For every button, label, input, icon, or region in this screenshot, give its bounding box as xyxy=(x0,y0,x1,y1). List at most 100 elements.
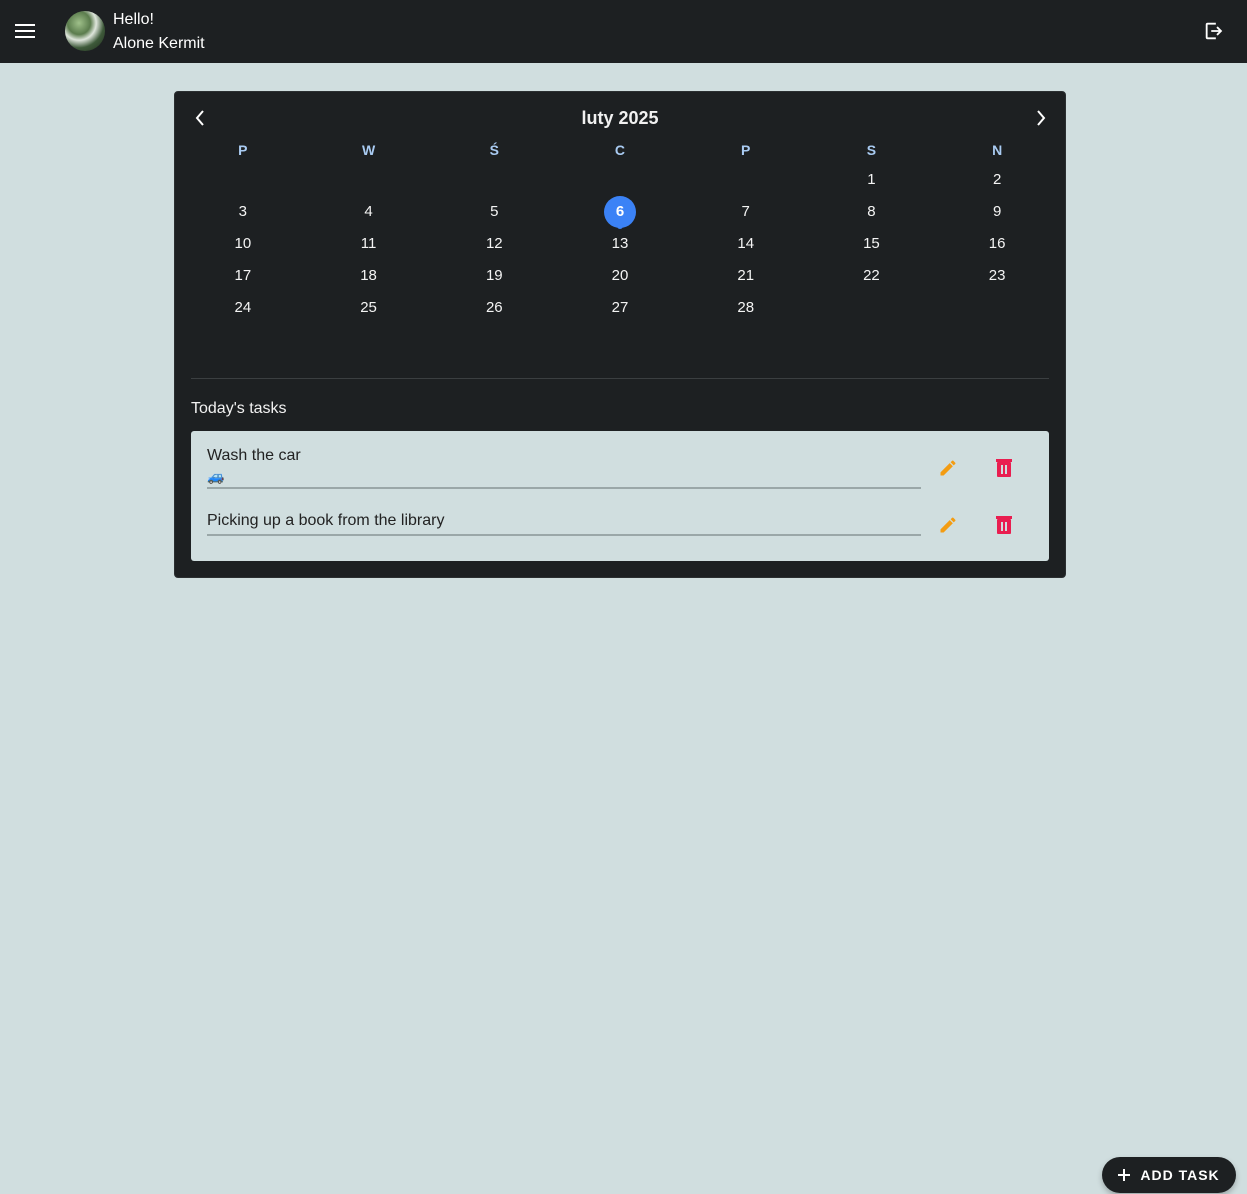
weekday-label: N xyxy=(992,142,1003,158)
day-cell[interactable]: 11 xyxy=(306,228,432,260)
day-number: 19 xyxy=(485,267,503,284)
day-blank xyxy=(431,164,557,196)
weekday-row: PWŚCPSN xyxy=(180,138,1060,162)
day-number: 14 xyxy=(737,235,755,252)
trash-icon xyxy=(996,459,1012,477)
day-number: 12 xyxy=(485,235,503,252)
day-number: 26 xyxy=(485,299,503,316)
day-blank xyxy=(180,164,306,196)
weekday-label: P xyxy=(741,142,751,158)
day-number: 15 xyxy=(863,235,880,252)
day-number: 23 xyxy=(988,267,1006,284)
day-number: 13 xyxy=(611,235,629,252)
plus-icon xyxy=(1118,1169,1131,1181)
day-number: 9 xyxy=(992,203,1002,220)
day-cell[interactable]: 7 xyxy=(683,196,809,228)
day-cell[interactable]: 16 xyxy=(934,228,1060,260)
day-cell[interactable]: 3 xyxy=(180,196,306,228)
month-label: luty 2025 xyxy=(581,108,659,128)
day-cell[interactable]: 23 xyxy=(934,260,1060,292)
day-cell[interactable]: 8 xyxy=(809,196,935,228)
day-number: 10 xyxy=(234,235,252,252)
day-cell[interactable]: 13 xyxy=(557,228,683,260)
day-number: 25 xyxy=(360,299,377,316)
day-blank xyxy=(683,164,809,196)
user-greeting: Hello! Alone Kermit xyxy=(113,8,205,56)
day-number: 17 xyxy=(234,267,252,284)
day-number: 21 xyxy=(737,267,755,284)
day-number: 7 xyxy=(741,203,750,220)
day-blank xyxy=(306,164,432,196)
day-cell[interactable]: 15 xyxy=(809,228,935,260)
pencil-icon xyxy=(940,460,956,476)
day-number: 8 xyxy=(867,203,876,220)
edit-task-button[interactable] xyxy=(934,454,962,482)
weekday-label: P xyxy=(238,142,248,158)
day-cell[interactable]: 2 xyxy=(934,164,1060,196)
chevron-right-icon xyxy=(1037,110,1046,126)
day-cell[interactable]: 5 xyxy=(431,196,557,228)
day-number: 22 xyxy=(863,267,880,284)
day-cell[interactable]: 12 xyxy=(431,228,557,260)
divider xyxy=(191,378,1049,379)
day-cell[interactable]: 4 xyxy=(306,196,432,228)
day-number: 1 xyxy=(867,171,876,188)
day-cell[interactable]: 10 xyxy=(180,228,306,260)
greeting-text: Hello! xyxy=(113,11,154,28)
app-bar: Hello! Alone Kermit xyxy=(0,0,1247,63)
day-cell[interactable]: 25 xyxy=(306,292,432,324)
day-cell-today[interactable]: 6 xyxy=(557,196,683,229)
day-number: 16 xyxy=(988,235,1006,252)
delete-task-button[interactable] xyxy=(990,454,1018,482)
day-number: 20 xyxy=(611,267,629,284)
day-cell[interactable]: 21 xyxy=(683,260,809,292)
day-cell[interactable]: 18 xyxy=(306,260,432,292)
day-number: 3 xyxy=(238,203,248,220)
day-number: 24 xyxy=(234,299,252,316)
task-list: Wash the car 🚙 Picking up a book from th… xyxy=(191,431,1049,561)
menu-icon xyxy=(15,24,35,38)
avatar[interactable] xyxy=(65,11,105,51)
day-cell[interactable]: 19 xyxy=(431,260,557,292)
day-number: 4 xyxy=(364,203,373,220)
day-cell[interactable]: 22 xyxy=(809,260,935,292)
day-grid: 1 2 3 4 5 6 7 8 9 10 11 12 13 14 15 16 17 18 19 20 21 22 23 24 2… xyxy=(180,164,1060,324)
calendar-header: luty 2025 xyxy=(175,104,1065,132)
task-title: Picking up a book from the library xyxy=(207,512,445,529)
edit-task-button[interactable] xyxy=(934,511,962,539)
logout-button[interactable] xyxy=(1200,17,1228,45)
weekday-label: Ś xyxy=(489,142,499,158)
task-title: Wash the car xyxy=(207,447,301,464)
day-cell[interactable]: 20 xyxy=(557,260,683,292)
day-number: 6 xyxy=(603,196,636,228)
day-cell[interactable]: 26 xyxy=(431,292,557,324)
calendar-card: luty 2025 PWŚCPSN 1 2 3 4 5 6 7 8 9 10 11 12 13 14 15 1… xyxy=(174,91,1066,578)
day-cell[interactable]: 9 xyxy=(934,196,1060,228)
day-cell[interactable]: 17 xyxy=(180,260,306,292)
weekday-label: W xyxy=(361,142,376,158)
day-number: 11 xyxy=(360,235,377,252)
day-number: 5 xyxy=(490,203,499,220)
next-month-button[interactable] xyxy=(1029,106,1053,130)
day-cell[interactable]: 28 xyxy=(683,292,809,324)
weekday-label: S xyxy=(866,142,877,158)
task-text[interactable]: Picking up a book from the library xyxy=(207,510,921,536)
trash-icon xyxy=(996,516,1012,534)
day-number: 27 xyxy=(611,299,629,316)
day-cell[interactable]: 1 xyxy=(809,164,935,196)
task-text[interactable]: Wash the car 🚙 xyxy=(207,445,921,489)
day-number: 18 xyxy=(360,267,377,284)
logout-icon xyxy=(1205,22,1223,40)
day-cell[interactable]: 24 xyxy=(180,292,306,324)
add-task-label: ADD TASK xyxy=(1140,1167,1220,1183)
menu-button[interactable] xyxy=(10,16,40,46)
day-number: 28 xyxy=(737,299,755,316)
user-name: Alone Kermit xyxy=(113,35,205,52)
add-task-button[interactable]: ADD TASK xyxy=(1102,1157,1236,1193)
tasks-title: Today's tasks xyxy=(191,400,287,417)
day-cell[interactable]: 27 xyxy=(557,292,683,324)
day-cell[interactable]: 14 xyxy=(683,228,809,260)
delete-task-button[interactable] xyxy=(990,511,1018,539)
weekday-label: C xyxy=(614,142,626,158)
day-number: 2 xyxy=(992,171,1002,188)
